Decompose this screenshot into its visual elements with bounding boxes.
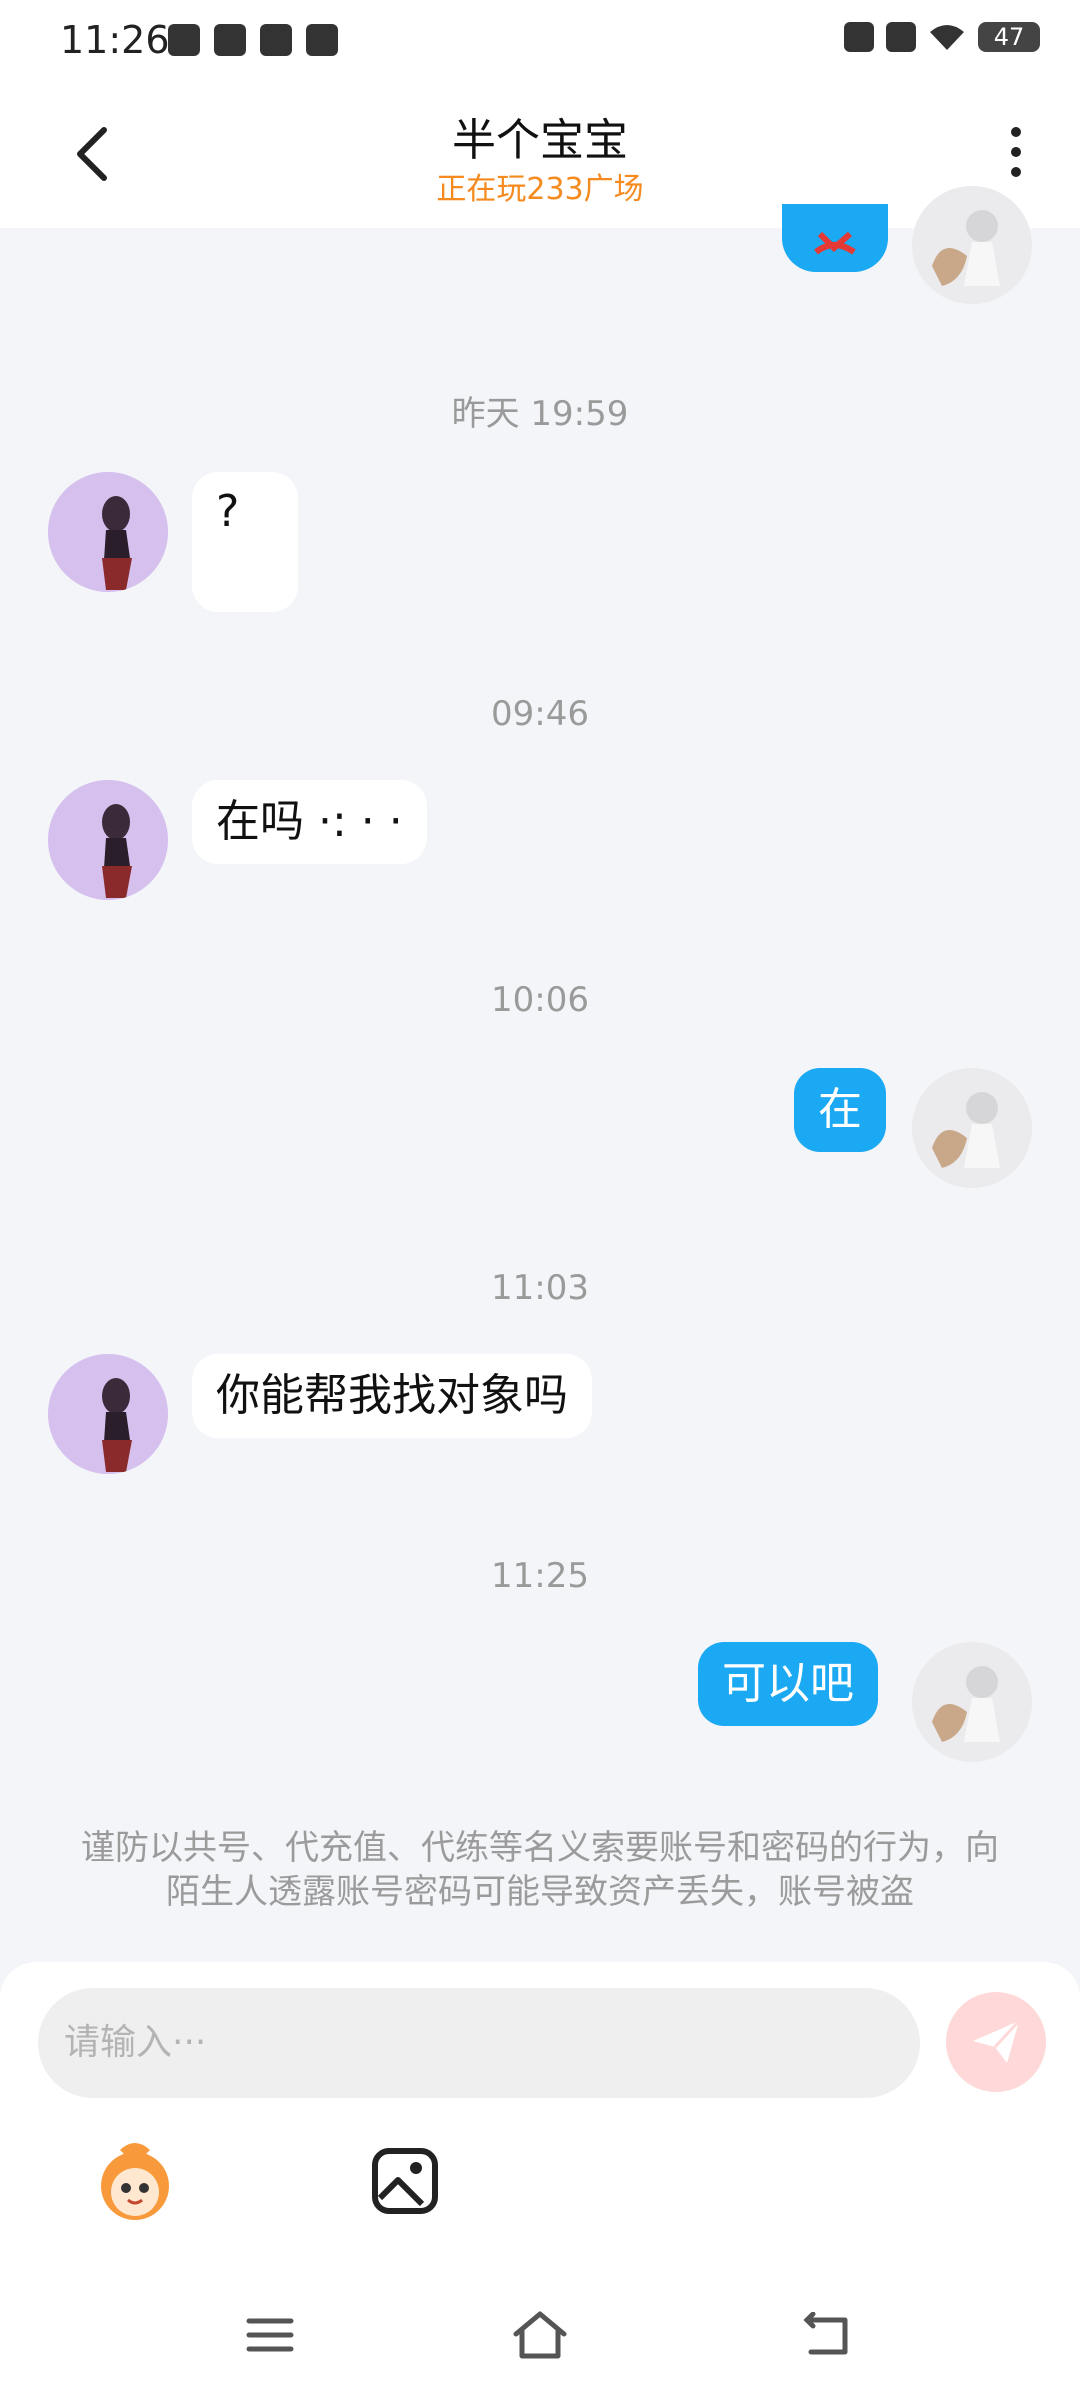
more-dot-icon	[1011, 127, 1021, 137]
more-dot-icon	[1011, 167, 1021, 177]
message-bubble[interactable]: ?	[192, 472, 298, 612]
system-icons: 47	[844, 22, 1040, 52]
app-notification-icon	[214, 24, 246, 56]
contact-avatar-icon	[48, 780, 168, 900]
security-notice: 谨防以共号、代充值、代练等名义索要账号和密码的行为，向陌生人透露账号密码可能导致…	[81, 1828, 999, 1912]
chat-header: 半个宝宝 正在玩233广场	[0, 82, 1080, 228]
back-icon	[803, 2312, 848, 2355]
home-icon	[513, 2311, 567, 2359]
menu-icon	[246, 2318, 294, 2352]
contact-avatar-icon	[48, 1354, 168, 1474]
wifi-icon	[930, 25, 964, 50]
fox-girl-avatar-icon	[912, 186, 1032, 304]
mascot-emoji-icon	[101, 2143, 169, 2220]
app-notification-icon	[168, 24, 200, 56]
send-button[interactable]	[946, 1992, 1046, 2092]
status-time: 11:26	[60, 18, 170, 62]
message-input[interactable]: 请输入···	[38, 1988, 920, 2098]
message-bubble[interactable]: 在吗 ·: · ·	[192, 780, 427, 864]
contact-avatar-icon	[48, 472, 168, 592]
my-avatar[interactable]	[912, 1068, 1032, 1188]
battery-icon: 47	[978, 22, 1040, 52]
my-avatar[interactable]	[912, 1642, 1032, 1762]
chat-title: 半个宝宝	[452, 115, 628, 166]
image-button[interactable]	[360, 2136, 450, 2226]
message-bubble[interactable]: 在	[794, 1068, 886, 1152]
status-bar: 11:26 47	[0, 0, 1080, 82]
nav-back-button[interactable]	[786, 2300, 866, 2370]
app-notification-icon	[306, 24, 338, 56]
more-dot-icon	[1011, 147, 1021, 157]
message-bubble-previous[interactable]	[782, 204, 888, 272]
contact-avatar[interactable]	[48, 780, 168, 900]
notification-icons	[168, 24, 338, 56]
message-timestamp: 11:03	[491, 1268, 589, 1308]
fox-girl-avatar-icon	[912, 1068, 1032, 1188]
message-bubble[interactable]: 你能帮我找对象吗	[192, 1354, 592, 1438]
message-timestamp: 10:06	[491, 980, 589, 1020]
contact-avatar[interactable]	[48, 1354, 168, 1474]
image-icon	[372, 2148, 438, 2214]
my-avatar[interactable]	[912, 186, 1032, 304]
send-paper-plane-icon	[973, 2019, 1021, 2063]
more-options-button[interactable]	[986, 122, 1046, 182]
nav-home-button[interactable]	[500, 2300, 580, 2370]
message-timestamp: 09:46	[491, 694, 589, 734]
contact-avatar[interactable]	[48, 472, 168, 592]
angry-emoji-icon	[814, 231, 856, 255]
message-timestamp: 昨天 19:59	[451, 394, 629, 434]
message-bubble[interactable]: 可以吧	[698, 1642, 878, 1726]
app-notification-icon	[260, 24, 292, 56]
chat-status: 正在玩233广场	[436, 172, 644, 207]
emoji-button[interactable]	[90, 2136, 180, 2226]
blocked-icon	[886, 22, 916, 52]
nav-menu-button[interactable]	[230, 2300, 310, 2370]
fox-girl-avatar-icon	[912, 1642, 1032, 1762]
message-timestamp: 11:25	[491, 1556, 589, 1596]
mute-icon	[844, 22, 874, 52]
